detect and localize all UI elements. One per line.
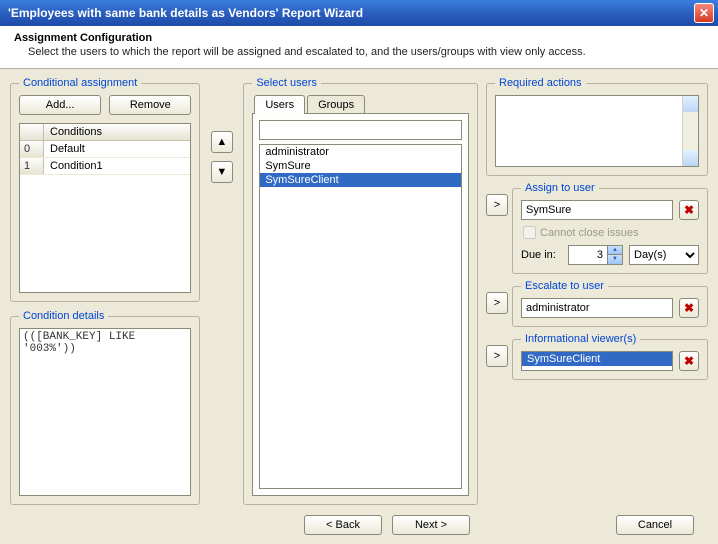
assign-legend: Assign to user — [521, 182, 599, 194]
viewers-list[interactable]: SymSureClient — [521, 351, 673, 371]
condition-details-legend: Condition details — [19, 310, 108, 322]
x-icon: ✖ — [684, 354, 694, 368]
conditional-assignment-group: Conditional assignment Add... Remove Con… — [10, 77, 200, 302]
conditions-grid[interactable]: Conditions 0 Default 1 Condition1 — [19, 123, 191, 293]
x-icon: ✖ — [684, 203, 694, 217]
due-in-spinner[interactable]: ▲ ▼ — [568, 245, 623, 265]
arrow-down-icon: ▼ — [216, 166, 227, 178]
due-in-value[interactable] — [568, 245, 608, 265]
grid-header: Conditions — [20, 124, 190, 141]
list-item[interactable]: SymSure — [260, 159, 461, 173]
back-button[interactable]: < Back — [304, 515, 382, 535]
close-icon: ✕ — [699, 6, 709, 20]
spinner-up-icon[interactable]: ▲ — [608, 246, 622, 255]
cannot-close-checkbox — [523, 226, 536, 239]
list-item[interactable]: SymSureClient — [522, 352, 672, 366]
list-item[interactable]: SymSureClient — [260, 173, 461, 187]
viewers-legend: Informational viewer(s) — [521, 333, 640, 345]
condition-details-group: Condition details (([BANK_KEY] LIKE '003… — [10, 310, 200, 505]
remove-condition-button[interactable]: Remove — [109, 95, 191, 115]
add-condition-button[interactable]: Add... — [19, 95, 101, 115]
conditional-legend: Conditional assignment — [19, 77, 141, 89]
window-title: 'Employees with same bank details as Ven… — [8, 6, 363, 20]
escalate-legend: Escalate to user — [521, 280, 608, 292]
next-button[interactable]: Next > — [392, 515, 470, 535]
tab-groups[interactable]: Groups — [307, 95, 365, 114]
user-list[interactable]: administrator SymSure SymSureClient — [259, 144, 462, 489]
required-actions-legend: Required actions — [495, 77, 586, 89]
wizard-header: Assignment Configuration Select the user… — [0, 26, 718, 69]
cannot-close-label: Cannot close issues — [540, 227, 638, 239]
assign-user-field[interactable] — [521, 200, 673, 220]
conditions-column-header: Conditions — [44, 124, 190, 140]
table-row[interactable]: 0 Default — [20, 141, 190, 158]
select-users-legend: Select users — [252, 77, 321, 89]
cancel-button[interactable]: Cancel — [616, 515, 694, 535]
page-description: Select the users to which the report wil… — [28, 46, 704, 58]
due-in-label: Due in: — [521, 249, 556, 261]
clear-escalate-button[interactable]: ✖ — [679, 298, 699, 318]
informational-viewers-group: Informational viewer(s) SymSureClient ✖ — [512, 333, 708, 380]
wizard-footer: < Back Next > Cancel — [10, 505, 708, 535]
assign-user-arrow-button[interactable]: > — [486, 194, 508, 216]
move-down-button[interactable]: ▼ — [211, 161, 233, 183]
tab-users[interactable]: Users — [254, 95, 305, 114]
select-users-group: Select users Users Groups administrator … — [243, 77, 478, 505]
spinner-down-icon[interactable]: ▼ — [608, 255, 622, 264]
move-up-button[interactable]: ▲ — [211, 131, 233, 153]
escalate-user-field[interactable] — [521, 298, 673, 318]
viewer-arrow-button[interactable]: > — [486, 345, 508, 367]
escalate-arrow-button[interactable]: > — [486, 292, 508, 314]
required-actions-textarea[interactable] — [495, 95, 699, 167]
title-bar: 'Employees with same bank details as Ven… — [0, 0, 718, 26]
scrollbar[interactable] — [682, 96, 698, 166]
users-tab-body: administrator SymSure SymSureClient — [252, 113, 469, 496]
escalate-to-user-group: Escalate to user ✖ — [512, 280, 708, 327]
table-row[interactable]: 1 Condition1 — [20, 158, 190, 175]
condition-expression: (([BANK_KEY] LIKE '003%')) — [19, 328, 191, 496]
close-button[interactable]: ✕ — [694, 3, 714, 23]
user-search-input[interactable] — [259, 120, 462, 140]
x-icon: ✖ — [684, 301, 694, 315]
wizard-body: Conditional assignment Add... Remove Con… — [0, 69, 718, 543]
clear-assign-button[interactable]: ✖ — [679, 200, 699, 220]
clear-viewer-button[interactable]: ✖ — [679, 351, 699, 371]
due-unit-select[interactable]: Day(s) — [629, 245, 699, 265]
arrow-up-icon: ▲ — [216, 136, 227, 148]
list-item[interactable]: administrator — [260, 145, 461, 159]
page-title: Assignment Configuration — [14, 32, 704, 44]
assign-to-user-group: Assign to user ✖ Cannot close issues Due… — [512, 182, 708, 274]
required-actions-group: Required actions — [486, 77, 708, 176]
